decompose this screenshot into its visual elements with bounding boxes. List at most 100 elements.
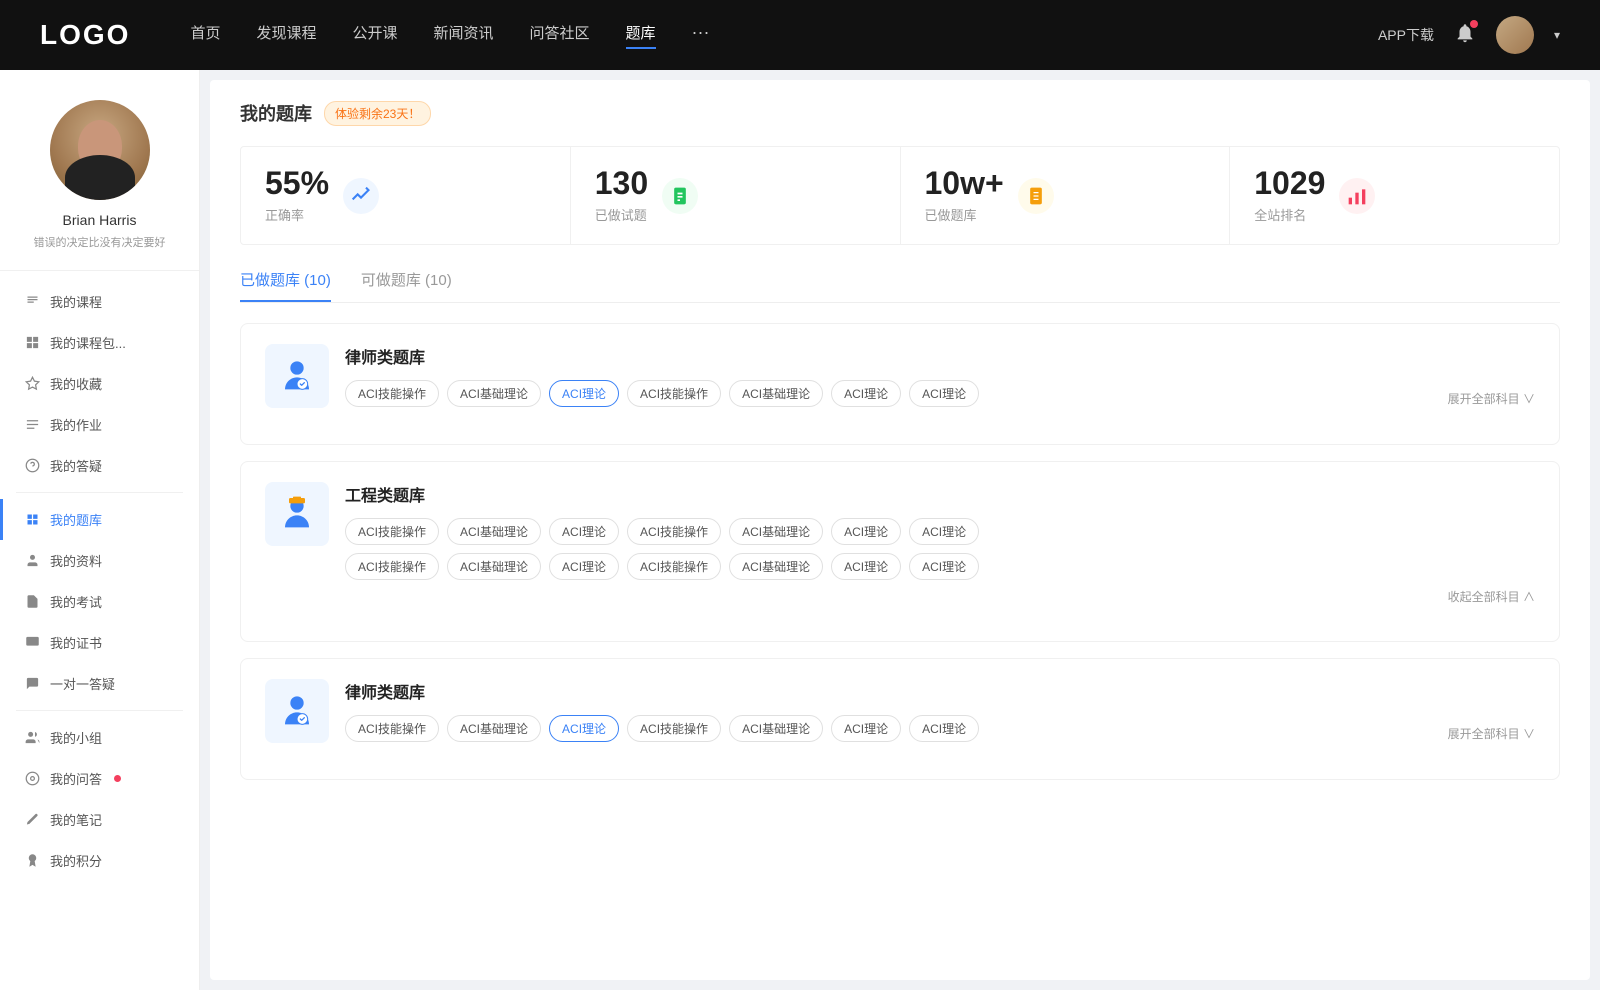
tag-eng-r2-5[interactable]: ACI理论 [831,553,901,580]
sidebar-item-one-on-one[interactable]: 一对一答疑 [0,663,199,704]
tag-eng-r2-1[interactable]: ACI基础理论 [447,553,541,580]
sidebar-profile: Brian Harris 错误的决定比没有决定要好 [0,70,199,271]
notification-bell[interactable] [1454,22,1476,49]
top-navigation: LOGO 首页 发现课程 公开课 新闻资讯 问答社区 题库 ··· APP下载 … [0,0,1600,70]
sidebar-label-my-qbank: 我的题库 [50,510,102,529]
sidebar-label-my-profile: 我的资料 [50,551,102,570]
sidebar-item-my-points[interactable]: 我的积分 [0,840,199,881]
tag-lawyer-5[interactable]: ACI理论 [831,380,901,407]
my-certificate-icon [24,635,40,651]
tab-available-banks[interactable]: 可做题库 (10) [361,269,452,302]
qbank-lawyer-icon [265,344,329,408]
sidebar-item-my-exam[interactable]: 我的考试 [0,581,199,622]
app-download-link[interactable]: APP下载 [1378,25,1434,45]
sidebar: Brian Harris 错误的决定比没有决定要好 我的课程 我的课程包... [0,70,200,990]
nav-qbank[interactable]: 题库 [626,22,656,49]
sidebar-item-my-profile[interactable]: 我的资料 [0,540,199,581]
sidebar-divider-2 [16,710,183,711]
expand-lawyer[interactable]: 展开全部科目 ∨ [1448,390,1535,407]
nav-news[interactable]: 新闻资讯 [434,22,494,49]
sidebar-item-my-questions[interactable]: 我的答疑 [0,445,199,486]
tag-eng-r1-2[interactable]: ACI理论 [549,518,619,545]
qbank-engineering-tags-row2: ACI技能操作 ACI基础理论 ACI理论 ACI技能操作 ACI基础理论 AC… [345,553,1535,580]
my-notes-icon [24,812,40,828]
qbank-lawyer2-icon [265,679,329,743]
rank-icon [1339,178,1375,214]
tag-eng-r2-6[interactable]: ACI理论 [909,553,979,580]
one-on-one-icon [24,676,40,692]
tag-eng-r1-0[interactable]: ACI技能操作 [345,518,439,545]
my-homework-icon [24,417,40,433]
qbank-lawyer2-title: 律师类题库 [345,679,1535,703]
profile-motto: 错误的决定比没有决定要好 [34,234,166,250]
tab-done-banks[interactable]: 已做题库 (10) [240,269,331,302]
nav-courses[interactable]: 发现课程 [256,22,316,49]
accuracy-icon [343,178,379,214]
nav-qa[interactable]: 问答社区 [530,22,590,49]
my-collections-icon [24,376,40,392]
tag-lawyer2-0[interactable]: ACI技能操作 [345,715,439,742]
avatar-image [50,100,150,200]
tag-eng-r2-3[interactable]: ACI技能操作 [627,553,721,580]
tag-lawyer-0[interactable]: ACI技能操作 [345,380,439,407]
user-avatar[interactable] [1496,16,1534,54]
answers-notification-dot [114,775,121,782]
collapse-engineering[interactable]: 收起全部科目 ∧ [345,588,1535,605]
sidebar-divider-1 [16,492,183,493]
sidebar-item-my-certificate[interactable]: 我的证书 [0,622,199,663]
sidebar-item-my-qbank[interactable]: 我的题库 [0,499,199,540]
tag-eng-r1-5[interactable]: ACI理论 [831,518,901,545]
tag-lawyer-6[interactable]: ACI理论 [909,380,979,407]
sidebar-item-my-group[interactable]: 我的小组 [0,717,199,758]
tag-lawyer-3[interactable]: ACI技能操作 [627,380,721,407]
notification-dot [1470,20,1478,28]
qbank-card-lawyer: 律师类题库 ACI技能操作 ACI基础理论 ACI理论 ACI技能操作 ACI基… [240,323,1560,445]
sidebar-item-my-collections[interactable]: 我的收藏 [0,363,199,404]
tag-lawyer2-5[interactable]: ACI理论 [831,715,901,742]
sidebar-label-my-answers: 我的问答 [50,769,102,788]
sidebar-label-my-packages: 我的课程包... [50,333,126,352]
sidebar-item-my-packages[interactable]: 我的课程包... [0,322,199,363]
sidebar-item-my-courses[interactable]: 我的课程 [0,281,199,322]
sidebar-item-my-homework[interactable]: 我的作业 [0,404,199,445]
nav-more[interactable]: ··· [692,22,710,49]
nav-home[interactable]: 首页 [190,22,220,49]
tag-eng-r1-4[interactable]: ACI基础理论 [729,518,823,545]
qbank-engineering-title: 工程类题库 [345,482,1535,506]
stat-done-questions-label: 已做试题 [595,205,648,224]
tag-eng-r2-4[interactable]: ACI基础理论 [729,553,823,580]
my-packages-icon [24,335,40,351]
tag-eng-r1-3[interactable]: ACI技能操作 [627,518,721,545]
tag-lawyer2-6[interactable]: ACI理论 [909,715,979,742]
logo[interactable]: LOGO [40,19,130,51]
expand-lawyer2[interactable]: 展开全部科目 ∨ [1448,725,1535,742]
stat-done-banks-label: 已做题库 [925,205,1004,224]
tag-lawyer2-1[interactable]: ACI基础理论 [447,715,541,742]
stat-done-banks-value: 10w+ [925,167,1004,199]
stat-accuracy: 55% 正确率 [241,147,571,244]
stat-rank-label: 全站排名 [1254,205,1325,224]
sidebar-label-my-homework: 我的作业 [50,415,102,434]
qbank-engineering-icon [265,482,329,546]
tag-eng-r2-2[interactable]: ACI理论 [549,553,619,580]
tag-eng-r1-6[interactable]: ACI理论 [909,518,979,545]
tag-lawyer-4[interactable]: ACI基础理论 [729,380,823,407]
my-exam-icon [24,594,40,610]
sidebar-item-my-notes[interactable]: 我的笔记 [0,799,199,840]
qbank-lawyer-title: 律师类题库 [345,344,1535,368]
my-points-icon [24,853,40,869]
tag-lawyer-1[interactable]: ACI基础理论 [447,380,541,407]
tag-eng-r2-0[interactable]: ACI技能操作 [345,553,439,580]
tag-eng-r1-1[interactable]: ACI基础理论 [447,518,541,545]
nav-open[interactable]: 公开课 [352,22,397,49]
sidebar-item-my-answers[interactable]: 我的问答 [0,758,199,799]
tag-lawyer2-2[interactable]: ACI理论 [549,715,619,742]
stat-rank-value: 1029 [1254,167,1325,199]
tag-lawyer2-4[interactable]: ACI基础理论 [729,715,823,742]
tag-lawyer-2[interactable]: ACI理论 [549,380,619,407]
tag-lawyer2-3[interactable]: ACI技能操作 [627,715,721,742]
stat-rank: 1029 全站排名 [1230,147,1559,244]
profile-avatar [50,100,150,200]
user-menu-chevron[interactable]: ▾ [1554,28,1560,42]
stat-accuracy-value: 55% [265,167,329,199]
